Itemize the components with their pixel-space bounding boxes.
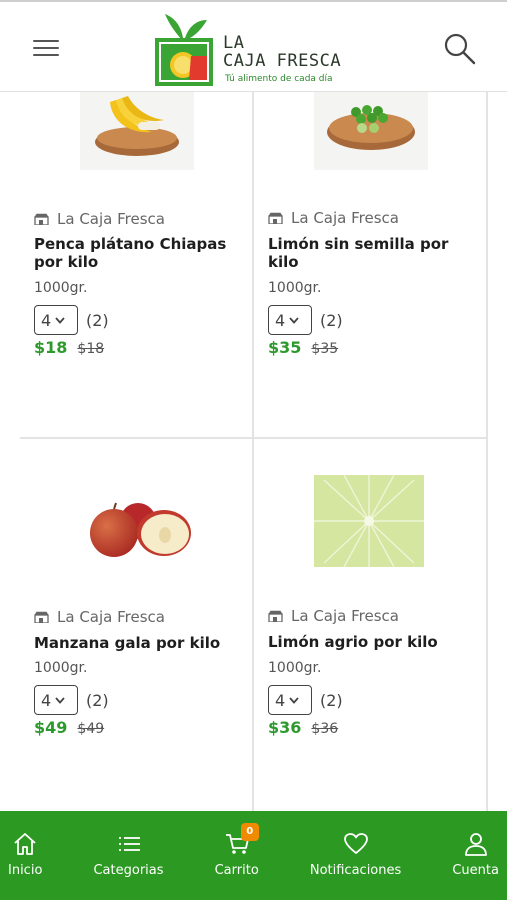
product-row: La Caja Fresca Manzana gala por kilo 100… bbox=[20, 439, 488, 811]
apple-image[interactable] bbox=[80, 491, 194, 571]
vendor-label: La Caja Fresca bbox=[268, 607, 399, 625]
price-block: $49 $49 bbox=[34, 718, 104, 737]
heart-icon bbox=[343, 833, 368, 854]
product-card[interactable]: La Caja Fresca Limón sin semilla por kil… bbox=[254, 92, 488, 437]
quantity-value: 4 bbox=[41, 690, 52, 710]
product-unit: 1000gr. bbox=[268, 660, 322, 676]
home-icon bbox=[14, 833, 36, 855]
product-grid: · La Caja Fresca Penca plátano Chiapas p… bbox=[20, 92, 488, 811]
nav-item-notificaciones[interactable]: Notificaciones bbox=[310, 811, 401, 900]
nav-item-carrito[interactable]: 0 Carrito bbox=[215, 811, 259, 900]
svg-text:·: · bbox=[137, 165, 138, 169]
vendor-label: La Caja Fresca bbox=[268, 209, 399, 227]
nav-item-categorias[interactable]: Categorias bbox=[93, 811, 164, 900]
logo-title: LA CAJA FRESCA bbox=[223, 34, 341, 70]
product-card[interactable]: La Caja Fresca Limón agrio por kilo 1000… bbox=[254, 439, 488, 811]
user-icon bbox=[464, 833, 487, 856]
nav-label: Notificaciones bbox=[309, 863, 402, 878]
quantity-select[interactable]: 4 bbox=[34, 685, 78, 715]
quantity-count: (2) bbox=[86, 310, 109, 330]
product-unit: 1000gr. bbox=[268, 280, 322, 296]
product-name[interactable]: Penca plátano Chiapas por kilo bbox=[34, 235, 249, 271]
logo-tagline: Tú alimento de cada día bbox=[225, 74, 333, 84]
product-unit: 1000gr. bbox=[34, 280, 88, 296]
brand-logo[interactable]: LA CAJA FRESCA Tú alimento de cada día bbox=[155, 10, 355, 88]
quantity-control: 4 (2) bbox=[34, 685, 109, 715]
bottom-nav: Inicio Categorias 0 Carrito Notificacion… bbox=[0, 811, 507, 900]
menu-icon[interactable] bbox=[33, 38, 61, 58]
quantity-control: 4 (2) bbox=[268, 685, 343, 715]
logo-line-1: LA bbox=[223, 33, 245, 53]
quantity-select[interactable]: 4 bbox=[268, 685, 312, 715]
vendor-name: La Caja Fresca bbox=[57, 210, 165, 228]
vendor-label: La Caja Fresca bbox=[34, 210, 165, 228]
app-header: LA CAJA FRESCA Tú alimento de cada día bbox=[0, 0, 507, 92]
nav-label: Categorias bbox=[93, 863, 164, 878]
old-price: $18 bbox=[77, 341, 105, 357]
vendor-name: La Caja Fresca bbox=[291, 209, 399, 227]
product-card[interactable]: La Caja Fresca Manzana gala por kilo 100… bbox=[20, 439, 254, 811]
product-name[interactable]: Limón agrio por kilo bbox=[268, 633, 483, 651]
cart-badge: 0 bbox=[240, 823, 259, 841]
price-block: $36 $36 bbox=[268, 718, 338, 737]
chevron-down-icon bbox=[55, 696, 65, 704]
store-icon bbox=[34, 611, 49, 623]
product-row: · La Caja Fresca Penca plátano Chiapas p… bbox=[20, 92, 488, 439]
product-unit: 1000gr. bbox=[34, 660, 88, 676]
quantity-value: 4 bbox=[275, 310, 286, 330]
chevron-down-icon bbox=[289, 696, 299, 704]
store-icon bbox=[268, 212, 283, 224]
list-icon bbox=[118, 837, 140, 851]
old-price: $49 bbox=[77, 721, 105, 737]
quantity-count: (2) bbox=[320, 690, 343, 710]
chevron-down-icon bbox=[289, 316, 299, 324]
price: $49 bbox=[34, 718, 68, 737]
product-name[interactable]: Manzana gala por kilo bbox=[34, 634, 249, 652]
product-name[interactable]: Limón sin semilla por kilo bbox=[268, 235, 483, 271]
chevron-down-icon bbox=[55, 316, 65, 324]
quantity-select[interactable]: 4 bbox=[34, 305, 78, 335]
vendor-label: La Caja Fresca bbox=[34, 608, 165, 626]
store-icon bbox=[34, 213, 49, 225]
quantity-control: 4 (2) bbox=[34, 305, 109, 335]
banana-tray-image[interactable]: · bbox=[80, 92, 194, 172]
nav-label: Cuenta bbox=[452, 863, 499, 878]
quantity-select[interactable]: 4 bbox=[268, 305, 312, 335]
vendor-name: La Caja Fresca bbox=[291, 607, 399, 625]
price-block: $18 $18 bbox=[34, 338, 104, 357]
lime-slice-image[interactable] bbox=[314, 475, 424, 567]
quantity-value: 4 bbox=[41, 310, 52, 330]
old-price: $35 bbox=[311, 341, 339, 357]
nav-label: Carrito bbox=[214, 863, 259, 878]
logo-mark-icon bbox=[155, 14, 213, 86]
old-price: $36 bbox=[311, 721, 339, 737]
price: $36 bbox=[268, 718, 302, 737]
quantity-value: 4 bbox=[275, 690, 286, 710]
price: $18 bbox=[34, 338, 68, 357]
search-icon[interactable] bbox=[443, 32, 477, 66]
price-block: $35 $35 bbox=[268, 338, 338, 357]
lime-tray-image[interactable] bbox=[314, 92, 428, 172]
nav-item-inicio[interactable]: Inicio bbox=[8, 811, 42, 900]
nav-item-cuenta[interactable]: Cuenta bbox=[452, 811, 499, 900]
quantity-control: 4 (2) bbox=[268, 305, 343, 335]
logo-line-2: CAJA FRESCA bbox=[223, 51, 342, 71]
vendor-name: La Caja Fresca bbox=[57, 608, 165, 626]
store-icon bbox=[268, 610, 283, 622]
quantity-count: (2) bbox=[320, 310, 343, 330]
nav-label: Inicio bbox=[8, 863, 43, 878]
price: $35 bbox=[268, 338, 302, 357]
product-card[interactable]: · La Caja Fresca Penca plátano Chiapas p… bbox=[20, 92, 254, 437]
quantity-count: (2) bbox=[86, 690, 109, 710]
